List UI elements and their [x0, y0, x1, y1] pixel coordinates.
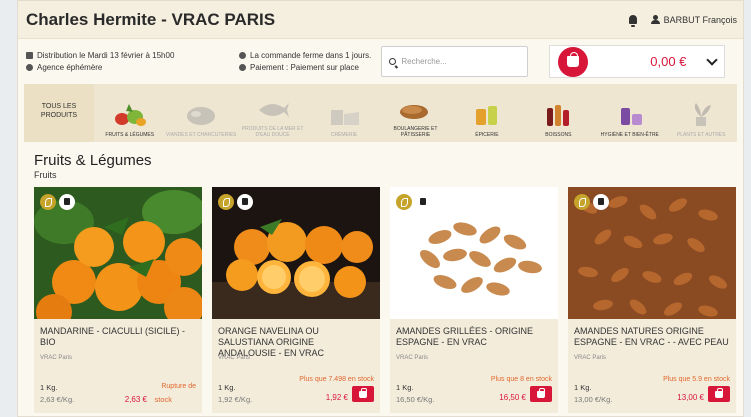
calendar-icon [26, 52, 33, 59]
bulk-badge-icon [237, 194, 253, 210]
search-placeholder: Recherche... [401, 57, 447, 66]
product-unit: 1 Kg. [40, 383, 58, 392]
category-all[interactable]: TOUS LES PRODUITS [24, 84, 94, 142]
price-per-kg: 16,50 €/Kg. [396, 395, 435, 404]
product-unit: 1 Kg. [574, 383, 592, 392]
product-image [34, 187, 202, 319]
bulk-badge-icon [415, 194, 431, 210]
stock-status: Plus que 5.9 en stock [663, 376, 730, 383]
product-unit: 1 Kg. [396, 383, 414, 392]
product-card[interactable]: AMANDES NATURES ORIGINE ESPAGNE - EN VRA… [568, 187, 736, 413]
price-per-kg: 1,92 €/Kg. [218, 395, 253, 404]
category-cremerie[interactable]: CRÉMERIE [308, 84, 379, 142]
bulk-badge-icon [59, 194, 75, 210]
product-card[interactable]: AMANDES GRILLÉES - ORIGINE ESPAGNE - EN … [390, 187, 558, 413]
shopping-bag-icon [537, 387, 545, 398]
bulk-badge-icon [593, 194, 609, 210]
shopping-bag-icon [558, 46, 589, 77]
section-subtitle: Fruits [34, 170, 57, 180]
category-hygiene[interactable]: HYGIÈNE ET BIEN-ÊTRE [594, 84, 665, 142]
product-image [568, 187, 736, 319]
cheese-icon [331, 110, 360, 125]
add-to-cart-button[interactable] [530, 386, 552, 402]
chevron-down-icon[interactable] [706, 53, 719, 66]
product-vendor: VRAC Paris [574, 355, 607, 361]
search-icon [389, 58, 397, 65]
info-bar: Distribution le Mardi 13 février à 15h00… [18, 39, 743, 84]
stock-status: Plus que 8 en stock [490, 376, 552, 383]
stock-status: Rupture de [161, 383, 196, 390]
payment-mode: Paiement : Paiement sur place [250, 62, 359, 72]
organic-badge-icon [218, 194, 234, 210]
product-unit: 1 Kg. [218, 383, 236, 392]
bell-icon[interactable] [628, 15, 637, 27]
product-price: 2,63 € [124, 395, 147, 404]
product-vendor: VRAC Paris [40, 355, 73, 361]
category-plants[interactable]: PLANTS ET AUTRES [666, 84, 737, 142]
price-per-kg: 2,63 €/Kg. [40, 395, 75, 404]
section-header: Fruits & Légumes Fruits [18, 142, 743, 180]
soap-icon [620, 108, 642, 125]
product-price: 1,92 € [325, 393, 348, 402]
plant-icon [694, 103, 712, 126]
product-name[interactable]: MANDARINE - CIACULLI (SICILE) - BIO [34, 319, 202, 355]
category-fruits-legumes[interactable]: FRUITS & LÉGUMES [94, 84, 165, 142]
bottle-icon [547, 105, 570, 126]
user-name: BARBUT François [663, 14, 737, 25]
user-menu[interactable]: BARBUT François [650, 14, 737, 25]
stock-status-cont: stock [154, 395, 172, 404]
fish-icon [258, 103, 289, 117]
section-title: Fruits & Légumes [34, 152, 152, 169]
price-per-kg: 13,00 €/Kg. [574, 395, 613, 404]
category-boissons[interactable]: BOISSONS [523, 84, 594, 142]
product-list: MANDARINE - CIACULLI (SICILE) - BIO VRAC… [34, 187, 736, 413]
payment-icon [239, 64, 246, 71]
category-bar: TOUS LES PRODUITS FRUITS & LÉGUMES VIAND… [24, 84, 737, 142]
search-input[interactable]: Recherche... [381, 46, 529, 77]
closing-notice: La commande ferme dans 1 jours. [250, 50, 372, 60]
page-title: Charles Hermite - VRAC PARIS [26, 9, 276, 29]
shopping-bag-icon [715, 387, 723, 398]
cart-total: 0,00 € [650, 54, 687, 69]
stock-status: Plus que 7.498 en stock [299, 376, 374, 383]
add-to-cart-button[interactable] [352, 386, 374, 402]
bread-icon [400, 105, 429, 119]
organic-badge-icon [574, 194, 590, 210]
product-vendor: VRAC Paris [396, 355, 429, 361]
organic-badge-icon [396, 194, 412, 210]
location-icon [26, 64, 33, 71]
agency-name: Agence éphémère [37, 62, 103, 72]
product-name[interactable]: AMANDES NATURES ORIGINE ESPAGNE - EN VRA… [568, 319, 736, 355]
product-card[interactable]: ORANGE NAVELINA OU SALUSTIANA ORIGINE AN… [212, 187, 380, 413]
organic-badge-icon [40, 194, 56, 210]
product-card[interactable]: MANDARINE - CIACULLI (SICILE) - BIO VRAC… [34, 187, 202, 413]
product-name[interactable]: AMANDES GRILLÉES - ORIGINE ESPAGNE - EN … [390, 319, 558, 355]
add-to-cart-button[interactable] [708, 386, 730, 402]
shopping-bag-icon [359, 387, 367, 398]
jar-icon [475, 106, 497, 125]
distribution-date: Distribution le Mardi 13 février à 15h00 [37, 50, 175, 60]
category-produits-mer[interactable]: PRODUITS DE LA MER ET D'EAU DOUCE [237, 84, 308, 142]
app-window: Charles Hermite - VRAC PARIS BARBUT Fran… [17, 0, 744, 417]
cart-button[interactable]: 0,00 € [549, 45, 726, 78]
category-epicerie[interactable]: ÉPICERIE [451, 84, 522, 142]
product-price: 13,00 € [677, 393, 704, 402]
product-image [212, 187, 380, 319]
category-boulangerie[interactable]: BOULANGERIE ET PÂTISSERIE [380, 84, 451, 142]
product-name[interactable]: ORANGE NAVELINA OU SALUSTIANA ORIGINE AN… [212, 319, 380, 358]
product-price: 16,50 € [499, 393, 526, 402]
vegetables-icon [114, 104, 146, 126]
user-icon [650, 15, 660, 24]
meat-icon [187, 107, 216, 125]
clock-icon [239, 52, 246, 59]
product-image [390, 187, 558, 319]
top-bar: Charles Hermite - VRAC PARIS BARBUT Fran… [18, 1, 743, 39]
category-viandes[interactable]: VIANDES ET CHARCUTERIES [165, 84, 236, 142]
